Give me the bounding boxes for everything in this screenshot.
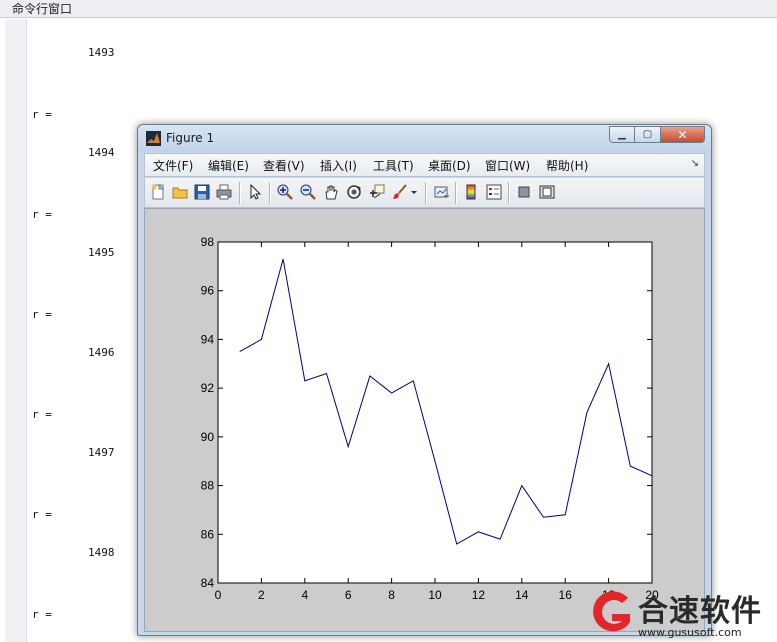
link-plot-icon[interactable] (433, 183, 451, 201)
data-cursor-icon[interactable] (368, 183, 386, 201)
show-plot-tools-icon[interactable] (538, 183, 556, 201)
close-button[interactable]: ✕ (661, 126, 705, 143)
figure-menubar: 文件(F) 编辑(E) 查看(V) 插入(I) 工具(T) 桌面(D) 窗口(W… (144, 153, 705, 177)
y-tick-label: 88 (201, 479, 215, 493)
x-tick-label: 10 (428, 588, 442, 602)
output-value: 1493 (88, 46, 115, 59)
command-window-gutter (5, 19, 27, 642)
maximize-icon: ▢ (642, 129, 653, 140)
menu-edit[interactable]: 编辑(E) (208, 157, 249, 174)
rotate-3d-icon[interactable] (345, 183, 363, 201)
hide-plot-tools-icon[interactable] (515, 183, 533, 201)
y-tick-label: 90 (201, 430, 215, 444)
zoom-out-icon[interactable] (299, 183, 317, 201)
menu-help[interactable]: 帮助(H) (546, 157, 588, 174)
y-tick-label: 86 (201, 527, 215, 541)
menu-file[interactable]: 文件(F) (153, 157, 193, 174)
figure-title: Figure 1 (166, 131, 215, 145)
output-variable-label: r = (32, 308, 52, 321)
x-tick-label: 16 (559, 588, 573, 602)
y-tick-label: 92 (201, 381, 215, 395)
output-value: 1495 (88, 246, 115, 259)
save-icon[interactable] (193, 183, 211, 201)
minimize-button[interactable]: ▁ (609, 126, 635, 143)
output-value: 1498 (88, 546, 115, 559)
open-folder-icon[interactable] (171, 183, 189, 201)
matlab-logo-icon (146, 131, 161, 146)
watermark-brand: 合速软件 (638, 594, 762, 629)
figure-window[interactable]: Figure 1 ▁ ▢ ✕ 文件(F) 编辑(E) 查看(V) 插入(I) 工… (137, 124, 712, 636)
y-tick-label: 94 (201, 332, 215, 346)
colorbar-icon[interactable] (462, 183, 480, 201)
line-plot[interactable]: 024681012141618208486889092949698 (145, 209, 704, 631)
y-tick-label: 84 (201, 576, 215, 590)
close-icon: ✕ (677, 127, 688, 142)
pan-hand-icon[interactable] (322, 183, 340, 201)
menu-tools[interactable]: 工具(T) (373, 157, 414, 174)
output-value: 1497 (88, 446, 115, 459)
menu-view[interactable]: 查看(V) (263, 157, 305, 174)
watermark-url: www.gususoft.com (638, 626, 742, 639)
menu-dock-arrow-icon[interactable]: ↘ (691, 158, 699, 169)
x-tick-label: 6 (345, 588, 352, 602)
print-icon[interactable] (215, 183, 233, 201)
output-variable-label: r = (32, 108, 52, 121)
maximize-button[interactable]: ▢ (635, 126, 661, 143)
figure-canvas[interactable]: 024681012141618208486889092949698 (144, 208, 705, 632)
menu-insert[interactable]: 插入(I) (320, 157, 357, 174)
brush-dropdown-arrow-icon[interactable] (409, 183, 419, 201)
brush-icon[interactable] (391, 183, 409, 201)
output-value: 1494 (88, 146, 115, 159)
x-tick-label: 14 (515, 588, 529, 602)
output-value: 1496 (88, 346, 115, 359)
menu-window[interactable]: 窗口(W) (485, 157, 530, 174)
x-tick-label: 8 (388, 588, 395, 602)
output-variable-label: r = (32, 508, 52, 521)
figure-toolbar (144, 178, 705, 208)
output-variable-label: r = (32, 208, 52, 221)
output-variable-label: r = (32, 408, 52, 421)
command-window-title: 命令行窗口 (0, 0, 777, 18)
new-file-icon[interactable] (149, 183, 167, 201)
x-tick-label: 12 (472, 588, 486, 602)
x-tick-label: 0 (215, 588, 222, 602)
menu-desktop[interactable]: 桌面(D) (428, 157, 471, 174)
y-tick-label: 98 (201, 235, 215, 249)
zoom-in-icon[interactable] (276, 183, 294, 201)
legend-icon[interactable] (485, 183, 503, 201)
gususoft-logo-icon (593, 591, 630, 632)
pointer-icon[interactable] (246, 183, 264, 201)
x-tick-label: 4 (301, 588, 308, 602)
minimize-icon: ▁ (618, 129, 626, 140)
output-variable-label: r = (32, 608, 52, 621)
x-tick-label: 2 (258, 588, 265, 602)
y-tick-label: 96 (201, 284, 215, 298)
watermark: 合速软件 www.gususoft.com (588, 582, 777, 642)
figure-titlebar[interactable]: Figure 1 ▁ ▢ ✕ (138, 125, 711, 152)
